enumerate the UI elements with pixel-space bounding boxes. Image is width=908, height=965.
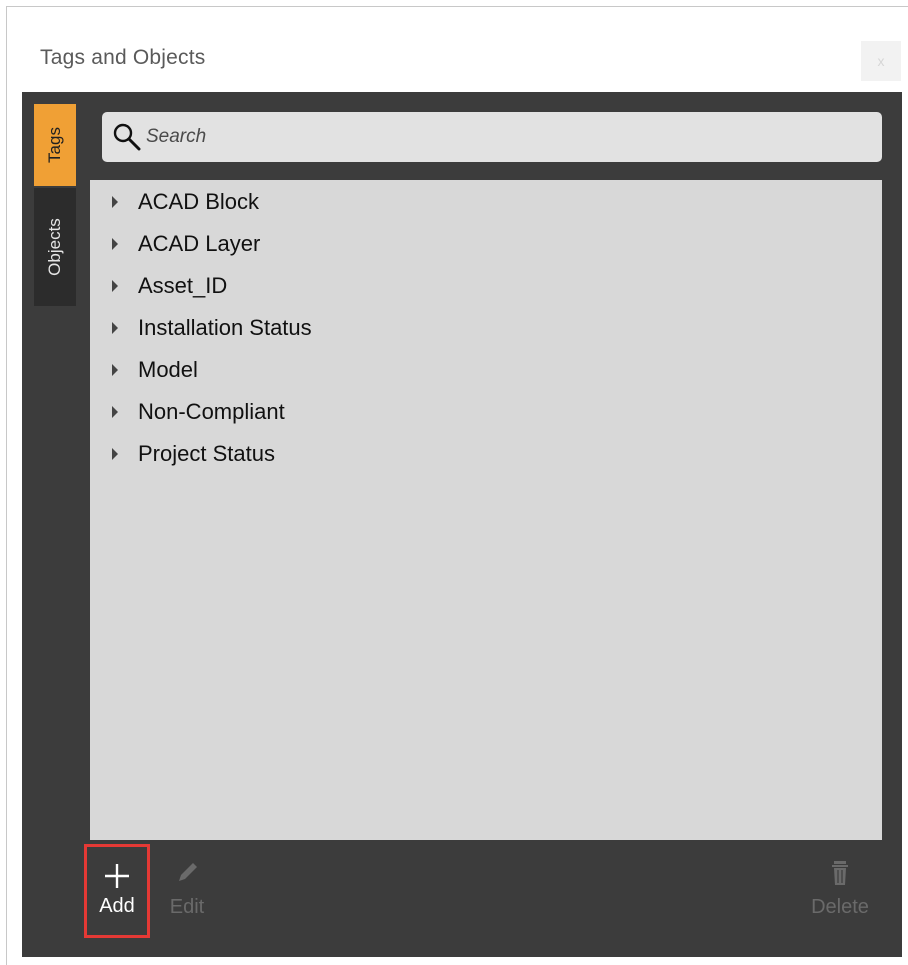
search-icon: [113, 123, 141, 151]
delete-button[interactable]: Delete: [800, 858, 880, 938]
tree-item-label: ACAD Layer: [138, 231, 261, 256]
expand-arrow-icon[interactable]: [112, 448, 118, 460]
trash-icon: [832, 861, 848, 885]
add-button[interactable]: Add: [84, 844, 150, 938]
expand-arrow-icon[interactable]: [112, 322, 118, 334]
tree-item-label: Model: [138, 357, 198, 382]
expand-arrow-icon[interactable]: [112, 364, 118, 376]
tab-tags[interactable]: Tags: [34, 104, 76, 186]
window-title: Tags and Objects: [40, 46, 206, 69]
tree-item[interactable]: Model: [90, 350, 882, 390]
tab-objects[interactable]: Objects: [34, 188, 76, 306]
search-input[interactable]: [144, 125, 848, 149]
plus-icon: [105, 864, 129, 888]
window-border-left: [6, 6, 7, 965]
tree-item[interactable]: Installation Status: [90, 308, 882, 348]
expand-arrow-icon[interactable]: [112, 196, 118, 208]
tree-item[interactable]: ACAD Layer: [90, 224, 882, 264]
expand-arrow-icon[interactable]: [112, 280, 118, 292]
window-border-top: [6, 6, 908, 7]
edit-button-label: Edit: [169, 896, 205, 918]
expand-arrow-icon[interactable]: [112, 406, 118, 418]
add-button-label: Add: [99, 895, 135, 917]
expand-arrow-icon[interactable]: [112, 238, 118, 250]
delete-button-label: Delete: [811, 896, 869, 918]
tags-objects-panel: Tags Objects ACAD Block ACAD Layer Asset…: [22, 92, 902, 957]
tree-item[interactable]: Non-Compliant: [90, 392, 882, 432]
tree-item[interactable]: ACAD Block: [90, 182, 882, 222]
search-bar[interactable]: [102, 112, 882, 162]
close-button[interactable]: x: [861, 41, 901, 81]
tree-item[interactable]: Asset_ID: [90, 266, 882, 306]
tree-item-label: Installation Status: [138, 315, 312, 340]
tab-tags-label: Tags: [44, 127, 64, 163]
close-icon[interactable]: x: [878, 53, 885, 69]
tab-objects-label: Objects: [45, 218, 65, 276]
tag-tree: ACAD Block ACAD Layer Asset_ID Installat…: [90, 180, 882, 840]
tree-item-label: Project Status: [138, 441, 275, 466]
tree-item-label: Asset_ID: [138, 273, 228, 298]
tree-item-label: ACAD Block: [138, 189, 260, 214]
pencil-icon: [179, 863, 197, 881]
tree-item[interactable]: Project Status: [90, 434, 882, 474]
edit-button[interactable]: Edit: [162, 858, 212, 938]
tree-item-label: Non-Compliant: [138, 399, 285, 424]
